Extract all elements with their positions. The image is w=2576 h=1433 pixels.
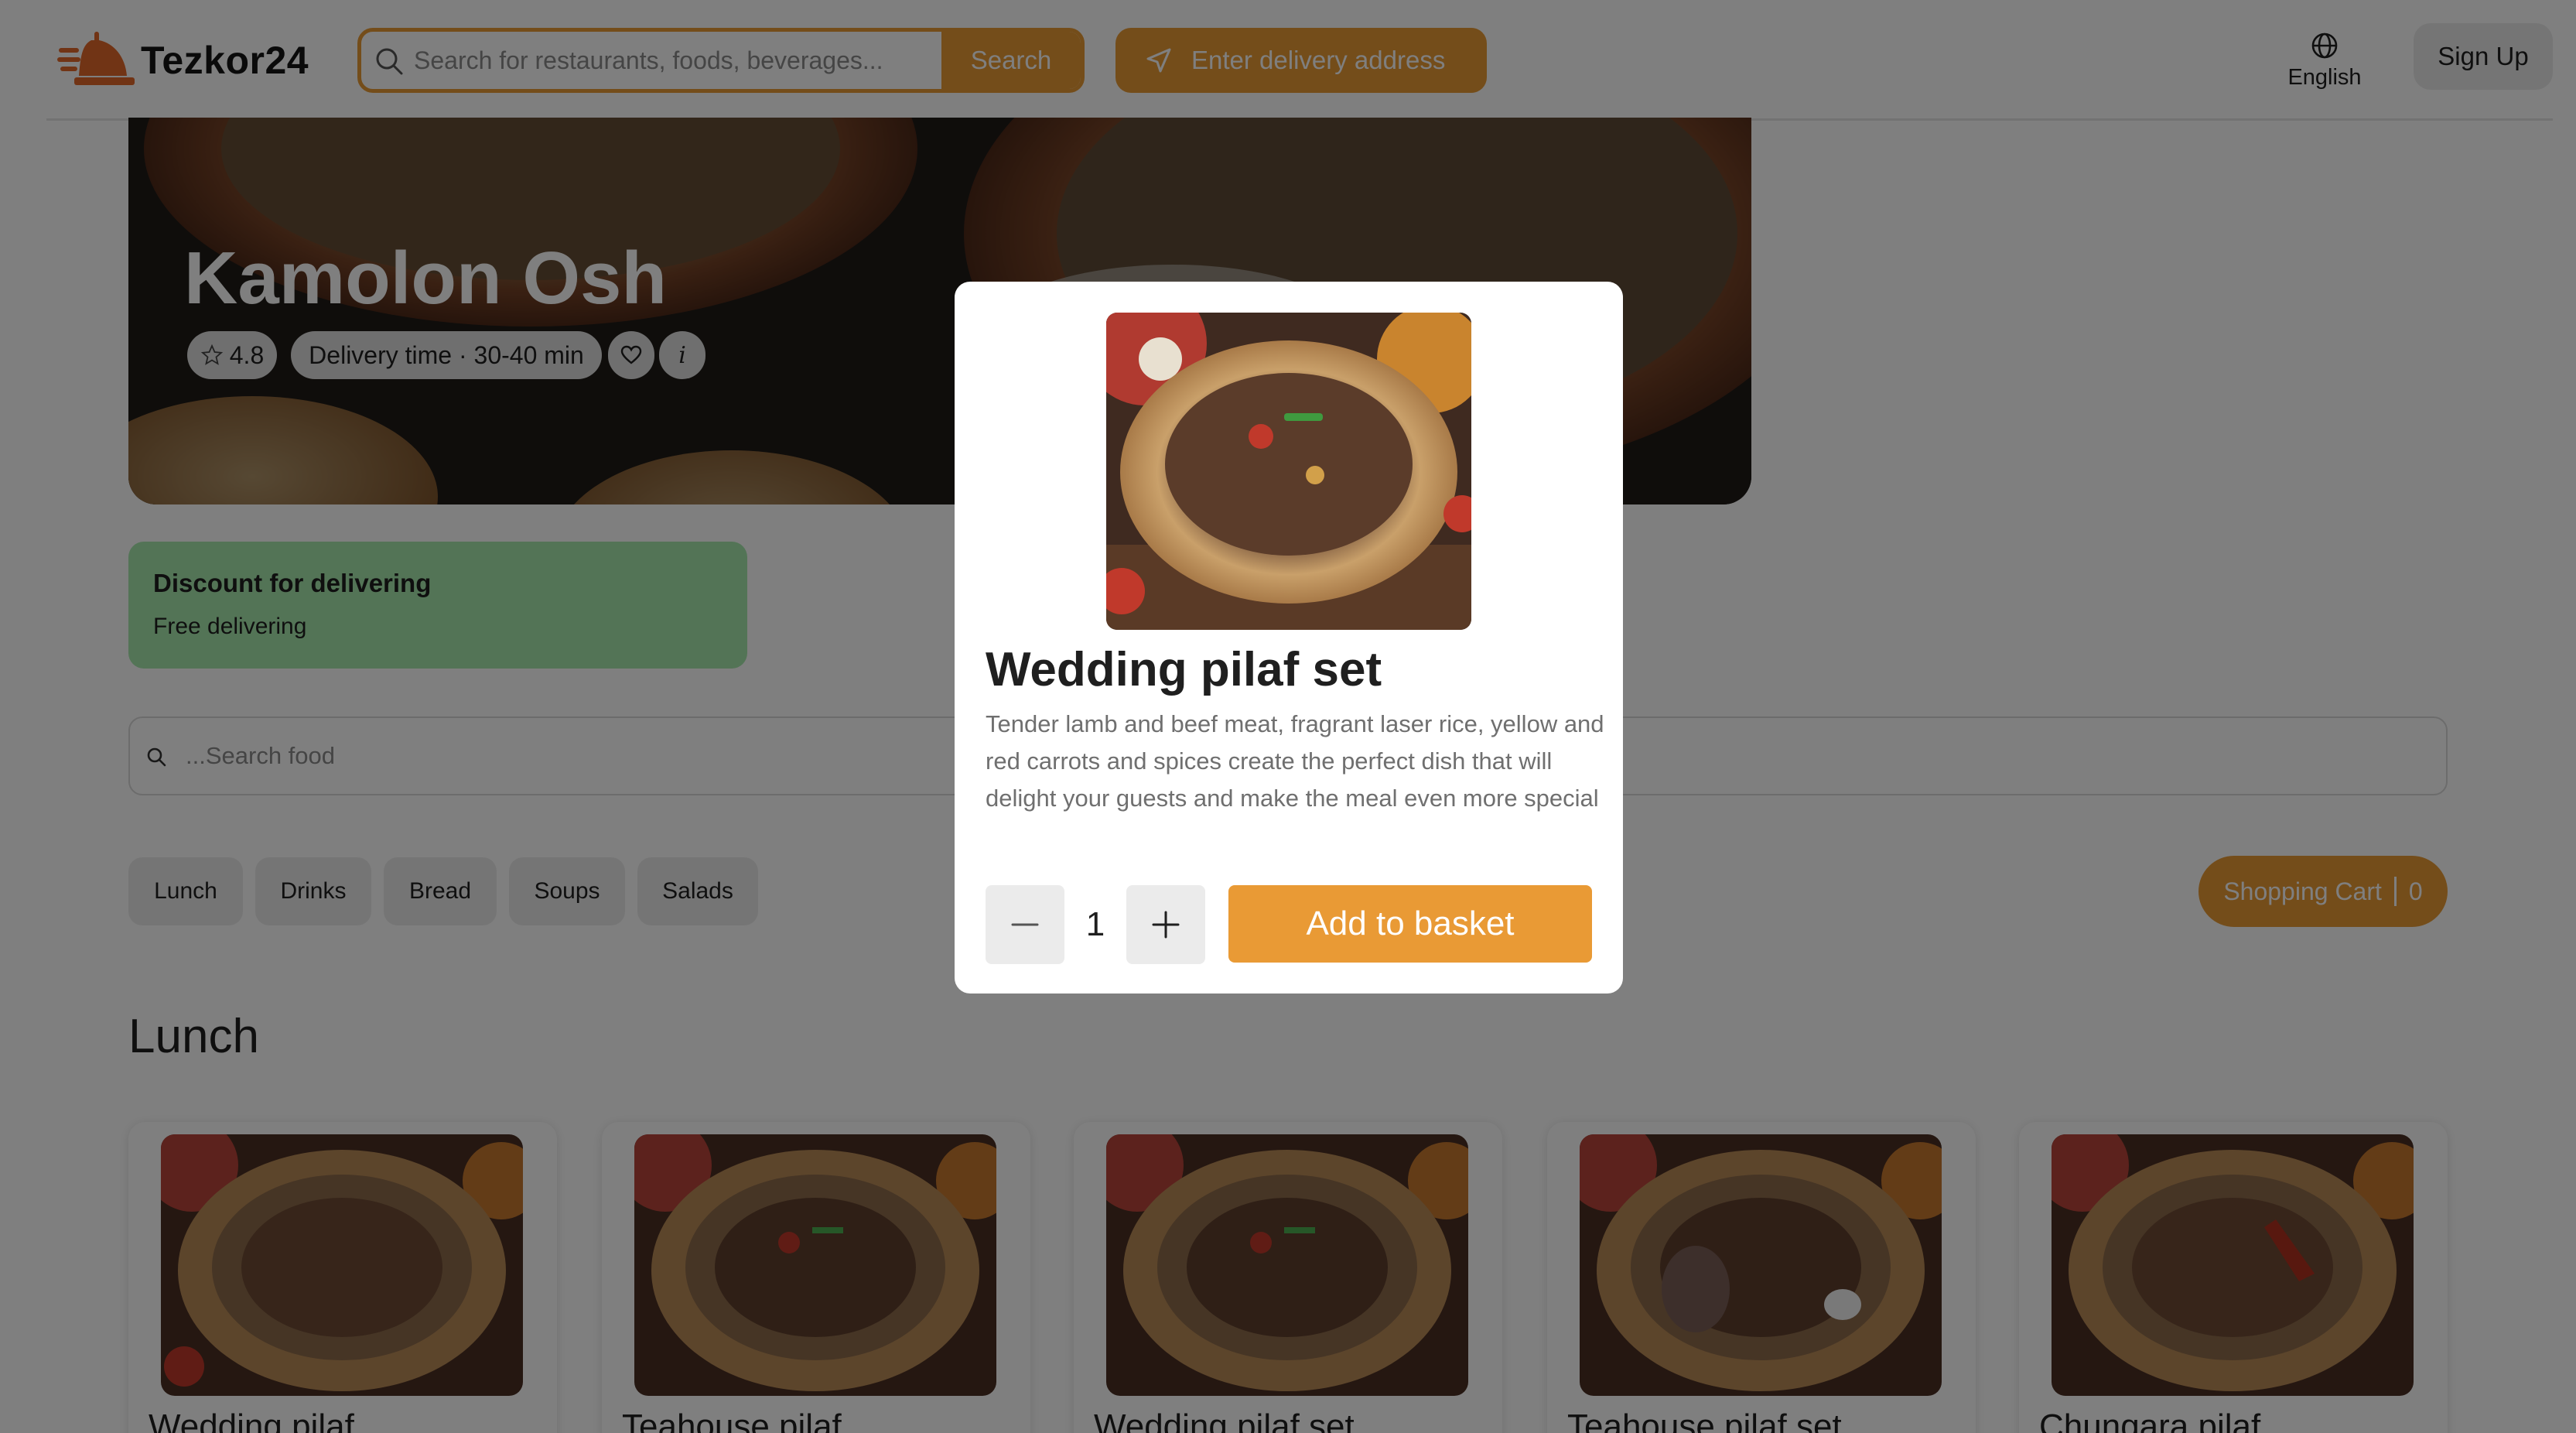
quantity-increase-button[interactable]	[1126, 885, 1205, 964]
quantity-value: 1	[1085, 905, 1105, 943]
plus-icon	[1152, 911, 1180, 939]
quantity-decrease-button[interactable]	[986, 885, 1064, 964]
product-modal: Wedding pilaf set Tender lamb and beef m…	[955, 282, 1623, 994]
modal-product-image	[1106, 313, 1471, 630]
modal-description: Tender lamb and beef meat, fragrant lase…	[986, 710, 1604, 812]
minus-icon	[1011, 923, 1039, 926]
modal-title: Wedding pilaf set	[986, 643, 1382, 696]
add-to-basket-button[interactable]: Add to basket	[1228, 885, 1592, 963]
